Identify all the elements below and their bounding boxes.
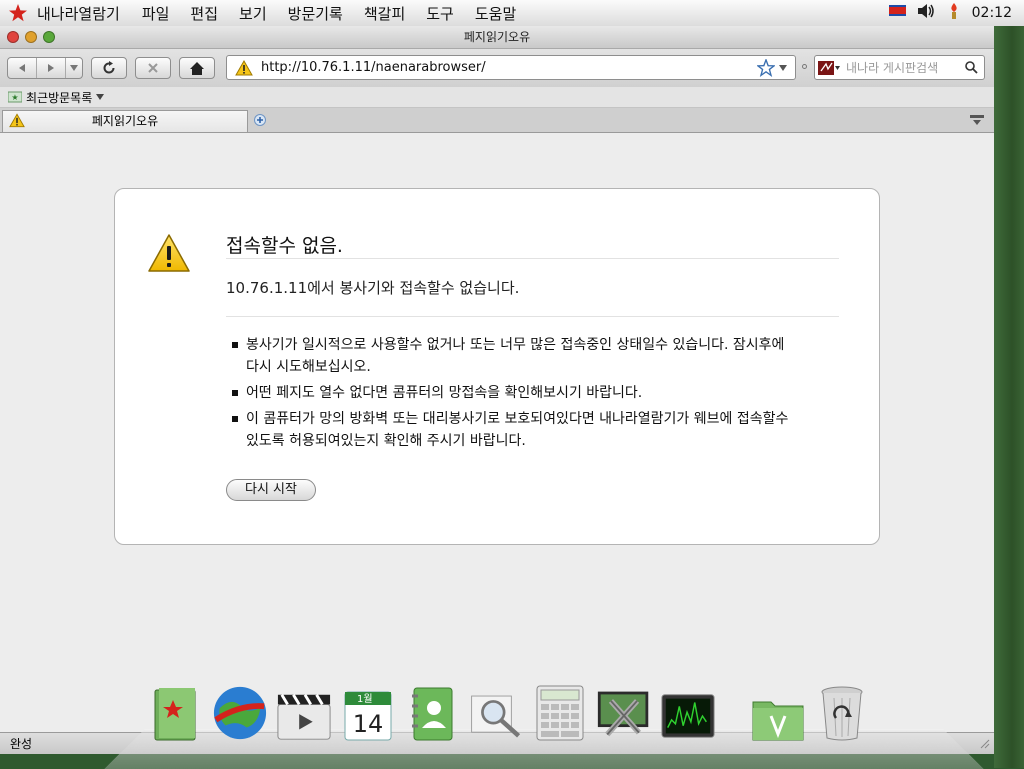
history-dropdown-button[interactable] (66, 58, 82, 78)
calendar-month: 1월 (357, 693, 373, 705)
calendar-day: 14 (353, 710, 384, 738)
menu-bookmarks[interactable]: 책갈피 (364, 3, 405, 24)
search-engine-icon[interactable] (818, 60, 840, 76)
dock-calendar-icon[interactable]: 1월 14 (340, 684, 396, 742)
recent-bookmarks-icon: ★ (8, 91, 22, 103)
chevron-down-icon (779, 64, 787, 71)
bookmarks-bar: ★ 최근방문목록 (0, 87, 994, 108)
list-item: 어떤 페지도 열수 없다면 콤퓨터의 망접속을 확인해보시기 바랍니다. (232, 382, 792, 404)
browser-window: 페지읽기오유 http://10.76.1.11/naenarabrowser/… (0, 26, 994, 754)
divider (226, 316, 839, 317)
dock-system-settings-icon[interactable] (596, 684, 652, 742)
list-item: 봉사기가 일시적으로 사용할수 없거나 또는 너무 많은 접속중인 상태일수 있… (232, 334, 792, 378)
bookmark-star-icon[interactable] (757, 58, 775, 77)
stop-button[interactable] (135, 57, 171, 79)
new-tab-button[interactable] (254, 114, 266, 126)
tab-label: 페지읽기오유 (91, 114, 159, 128)
back-button[interactable] (8, 58, 37, 78)
navigation-toolbar: http://10.76.1.11/naenarabrowser/ 내나라 게시… (0, 49, 994, 87)
back-arrow-icon (19, 64, 25, 72)
menu-history[interactable]: 방문기록 (288, 3, 343, 24)
dock-activity-monitor-icon[interactable] (660, 684, 716, 742)
url-bar[interactable]: http://10.76.1.11/naenarabrowser/ (226, 55, 796, 80)
dock-browser-globe-icon[interactable] (212, 684, 268, 742)
minimize-window-button[interactable] (25, 31, 37, 43)
recent-bookmarks-menu[interactable]: 최근방문목록 (26, 89, 92, 106)
home-button[interactable] (179, 57, 215, 79)
error-description: 10.76.1.11에서 봉사기와 접속할수 없습니다. (226, 279, 520, 297)
resize-grip-icon[interactable] (980, 739, 990, 749)
page-content: 접속할수 없음. 10.76.1.11에서 봉사기와 접속할수 없습니다. 봉사… (0, 134, 994, 732)
chevron-down-icon (96, 94, 105, 100)
red-star-icon[interactable] (7, 2, 29, 24)
volume-icon[interactable] (916, 3, 936, 23)
clock[interactable]: 02:12 (972, 5, 1012, 21)
dock-calculator-icon[interactable] (532, 684, 588, 742)
window-controls (7, 31, 55, 43)
reload-button[interactable] (91, 57, 127, 79)
menu-file[interactable]: 파일 (142, 3, 170, 24)
menu-app-name[interactable]: 내나라열람기 (37, 3, 120, 24)
desktop-background (994, 26, 1024, 768)
list-item: 이 콤퓨터가 망의 방화벽 또는 대리봉사기로 보호되여있다면 내나라열람기가 … (232, 408, 792, 452)
menubar: 내나라열람기 파일 편집 보기 방문기록 책갈피 도구 도움말 02:12 (0, 0, 1024, 27)
back-forward-group (7, 57, 83, 79)
chevron-down-icon (70, 65, 78, 71)
flag-icon[interactable] (888, 4, 908, 22)
reload-icon (103, 61, 115, 74)
dock-video-player-icon[interactable] (276, 684, 332, 742)
status-text: 완성 (10, 737, 33, 751)
menu-view[interactable]: 보기 (239, 3, 267, 24)
stop-icon (148, 63, 158, 73)
forward-arrow-icon (48, 64, 54, 72)
torch-icon[interactable] (946, 2, 962, 24)
dock-documents-icon[interactable] (148, 684, 204, 742)
tab-warning-icon (9, 113, 25, 128)
tab-list-button[interactable] (970, 114, 984, 126)
warning-icon (235, 59, 253, 76)
tab-error-page[interactable]: 페지읽기오유 (2, 110, 248, 132)
error-title: 접속할수 없음. (226, 235, 343, 257)
retry-button[interactable]: 다시 시작 (226, 479, 316, 501)
tab-bar: 페지읽기오유 (0, 108, 994, 133)
dock-folder-icon[interactable] (750, 684, 806, 742)
zoom-window-button[interactable] (43, 31, 55, 43)
separator-dot (802, 64, 807, 69)
menu-tools[interactable]: 도구 (426, 3, 454, 24)
close-window-button[interactable] (7, 31, 19, 43)
menu-edit[interactable]: 편집 (190, 3, 218, 24)
dock-preview-icon[interactable] (468, 684, 524, 742)
warning-icon (147, 233, 191, 277)
search-input[interactable]: 내나라 게시판검색 (846, 59, 965, 76)
home-icon (190, 61, 204, 75)
window-title: 페지읽기오유 (463, 30, 531, 44)
svg-text:★: ★ (11, 93, 18, 102)
title-bar[interactable]: 페지읽기오유 (0, 26, 994, 49)
divider (226, 258, 839, 259)
search-icon[interactable] (965, 61, 978, 74)
menu-help[interactable]: 도움말 (475, 3, 516, 24)
url-dropdown-button[interactable] (779, 64, 787, 71)
dock-address-book-icon[interactable] (404, 684, 460, 742)
dock-trash-icon[interactable] (814, 684, 870, 742)
dock: 1월 14 (148, 682, 878, 742)
forward-button[interactable] (37, 58, 66, 78)
search-box[interactable]: 내나라 게시판검색 (814, 55, 985, 80)
url-text[interactable]: http://10.76.1.11/naenarabrowser/ (261, 60, 757, 75)
error-card: 접속할수 없음. 10.76.1.11에서 봉사기와 접속할수 없습니다. 봉사… (114, 188, 880, 545)
error-suggestions: 봉사기가 일시적으로 사용할수 없거나 또는 너무 많은 접속중인 상태일수 있… (232, 334, 792, 456)
